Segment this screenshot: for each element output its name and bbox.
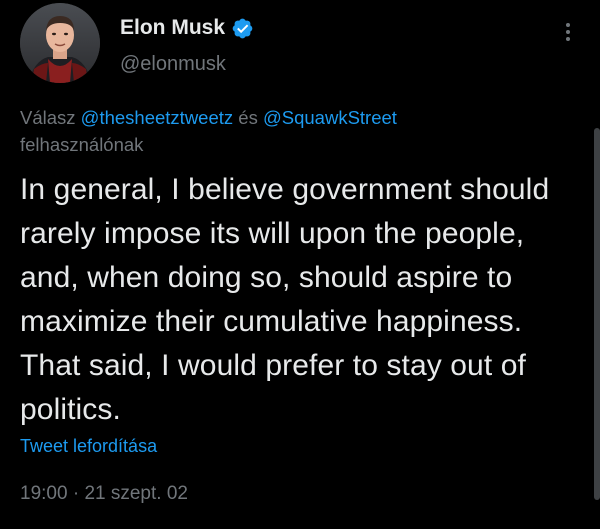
tweet-text: In general, I believe government should …: [20, 173, 550, 426]
more-options-icon[interactable]: [556, 20, 580, 44]
reply-prefix: Válasz: [20, 107, 76, 128]
scrollbar[interactable]: [594, 128, 600, 500]
mention-link-2[interactable]: @SquawkStreet: [263, 107, 397, 128]
tweet-time: 19:00: [20, 483, 68, 504]
mention-link-1[interactable]: @thesheetztweetz: [81, 107, 233, 128]
reply-connector: és: [238, 107, 258, 128]
avatar-image: [20, 3, 100, 83]
reply-context: Válasz @thesheetztweetz és @SquawkStreet…: [20, 104, 560, 158]
tweet-date: 21 szept. 02: [84, 483, 188, 504]
reply-suffix: felhasználónak: [20, 134, 144, 155]
timestamp-separator: ·: [72, 483, 80, 504]
author-name[interactable]: Elon Musk: [120, 16, 225, 40]
tweet-header: Elon Musk @elonmusk: [20, 0, 580, 90]
tweet-timestamp[interactable]: 19:00 · 21 szept. 02: [20, 483, 188, 505]
verified-badge-icon: [231, 17, 254, 40]
translate-tweet-link[interactable]: Tweet lefordítása: [20, 436, 157, 457]
avatar[interactable]: [20, 3, 100, 83]
author-name-row: Elon Musk: [120, 16, 254, 40]
author-handle[interactable]: @elonmusk: [120, 53, 226, 76]
